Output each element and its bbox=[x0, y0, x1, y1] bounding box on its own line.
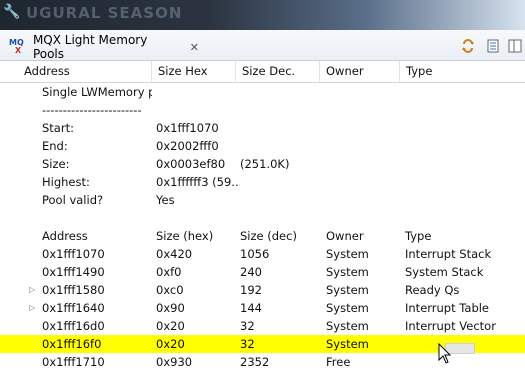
background-banner-text: UGURAL SEASON bbox=[26, 4, 183, 22]
expand-arrow-icon[interactable]: ▷ bbox=[29, 281, 35, 299]
summary-value: Yes bbox=[156, 193, 175, 207]
block-size-hex: 0xf0 bbox=[156, 265, 182, 279]
block-size-hex: 0x930 bbox=[156, 355, 193, 369]
close-icon[interactable]: ✕ bbox=[190, 41, 199, 54]
table-row[interactable]: 0x1fff1070 0x420 1056 System Interrupt S… bbox=[0, 245, 525, 263]
background-strip: 🔧 UGURAL SEASON bbox=[0, 0, 525, 30]
block-size-dec: 240 bbox=[240, 265, 262, 279]
summary-extra: (251.0K) bbox=[240, 157, 290, 171]
block-address: 0x1fff16f0 bbox=[42, 337, 102, 351]
summary-value: 0x1ffffff3 (59... bbox=[156, 175, 240, 189]
refresh-icon[interactable] bbox=[459, 37, 477, 54]
summary-value: 0x2002fff0 bbox=[156, 139, 219, 153]
summary-row-start[interactable]: Start: 0x1fff1070 bbox=[0, 119, 525, 137]
block-type: Ready Qs bbox=[405, 283, 460, 297]
summary-value: 0x0003ef80 bbox=[156, 157, 226, 171]
block-size-hex: 0xc0 bbox=[156, 283, 184, 297]
column-header-address[interactable]: Address bbox=[18, 61, 152, 82]
blocks-header-size-hex: Size (hex) bbox=[156, 229, 214, 243]
blocks-header-owner: Owner bbox=[326, 229, 364, 243]
block-size-dec: 144 bbox=[240, 301, 262, 315]
block-type: Interrupt Vector bbox=[405, 319, 496, 333]
block-address: 0x1fff1070 bbox=[42, 247, 105, 261]
blocks-header-row: Address Size (hex) Size (dec) Owner Type bbox=[0, 227, 525, 245]
summary-row-end[interactable]: End: 0x2002fff0 bbox=[0, 137, 525, 155]
column-header-size-hex[interactable]: Size Hex bbox=[152, 61, 236, 82]
block-owner: Free bbox=[326, 355, 351, 369]
tab-title: MQX Light Memory Pools bbox=[32, 33, 148, 61]
block-address: 0x1fff16d0 bbox=[42, 319, 105, 333]
block-owner: System bbox=[326, 301, 369, 315]
summary-separator: ------------------------ bbox=[42, 103, 142, 117]
view-tab-bar: MQ X MQX Light Memory Pools ✕ bbox=[0, 30, 525, 61]
summary-title: Single LWMemory po bbox=[42, 85, 152, 99]
summary-label: Pool valid? bbox=[42, 193, 104, 207]
column-header-owner[interactable]: Owner bbox=[320, 61, 400, 82]
column-header-size-dec[interactable]: Size Dec. bbox=[236, 61, 320, 82]
blocks-header-type: Type bbox=[405, 229, 432, 243]
document-view-icon[interactable] bbox=[484, 37, 502, 54]
block-type: System Stack bbox=[405, 265, 484, 279]
block-size-dec: 2352 bbox=[240, 355, 270, 369]
blocks-header-size-dec: Size (dec) bbox=[240, 229, 297, 243]
table-row[interactable]: 0x1fff16d0 0x20 32 System Interrupt Vect… bbox=[0, 317, 525, 335]
summary-row-pool-valid[interactable]: Pool valid? Yes bbox=[0, 191, 525, 209]
summary-value: 0x1fff1070 bbox=[156, 121, 219, 135]
block-size-dec: 32 bbox=[240, 337, 255, 351]
column-header-type[interactable]: Type bbox=[400, 61, 525, 82]
summary-label: Start: bbox=[42, 121, 74, 135]
table-row[interactable]: ▷ 0x1fff1640 0x90 144 System Interrupt T… bbox=[0, 299, 525, 317]
table-column-header: Address Size Hex Size Dec. Owner Type bbox=[0, 61, 525, 83]
block-type: Interrupt Table bbox=[405, 301, 490, 315]
block-address: 0x1fff1640 bbox=[42, 301, 105, 315]
tab-mqx-light-memory-pools[interactable]: MQ X MQX Light Memory Pools ✕ bbox=[9, 33, 199, 61]
summary-label: End: bbox=[42, 139, 68, 153]
summary-row-size[interactable]: Size: 0x0003ef80 (251.0K) bbox=[0, 155, 525, 173]
blocks-header-address: Address bbox=[42, 229, 88, 243]
summary-separator-row: ------------------------ bbox=[0, 101, 525, 119]
block-address: 0x1fff1710 bbox=[42, 355, 105, 369]
block-owner: System bbox=[326, 247, 369, 261]
summary-row-highest[interactable]: Highest: 0x1ffffff3 (59... bbox=[0, 173, 525, 191]
block-size-hex: 0x20 bbox=[156, 337, 185, 351]
block-type: Interrupt Stack bbox=[405, 247, 492, 261]
block-size-hex: 0x420 bbox=[156, 247, 193, 261]
summary-label: Highest: bbox=[42, 175, 90, 189]
block-size-dec: 1056 bbox=[240, 247, 270, 261]
block-owner: System bbox=[326, 283, 369, 297]
summary-title-row[interactable]: Single LWMemory po bbox=[0, 83, 525, 101]
layout-toggle-icon[interactable] bbox=[506, 37, 524, 54]
block-address: 0x1fff1580 bbox=[42, 283, 105, 297]
wrench-icon: 🔧 bbox=[3, 4, 21, 20]
block-owner: System bbox=[326, 319, 369, 333]
block-size-hex: 0x20 bbox=[156, 319, 185, 333]
block-size-dec: 192 bbox=[240, 283, 262, 297]
block-address: 0x1fff1490 bbox=[42, 265, 105, 279]
block-owner: System bbox=[326, 337, 369, 351]
block-owner: System bbox=[326, 265, 369, 279]
table-row[interactable]: 0x1fff1490 0xf0 240 System System Stack bbox=[0, 263, 525, 281]
mouse-pointer-icon bbox=[438, 342, 454, 365]
mqx-view-icon: MQ X bbox=[9, 38, 24, 55]
summary-label: Size: bbox=[42, 157, 70, 171]
block-size-dec: 32 bbox=[240, 319, 255, 333]
expand-arrow-icon[interactable]: ▷ bbox=[29, 299, 35, 317]
table-row[interactable]: ▷ 0x1fff1580 0xc0 192 System Ready Qs bbox=[0, 281, 525, 299]
block-size-hex: 0x90 bbox=[156, 301, 185, 315]
